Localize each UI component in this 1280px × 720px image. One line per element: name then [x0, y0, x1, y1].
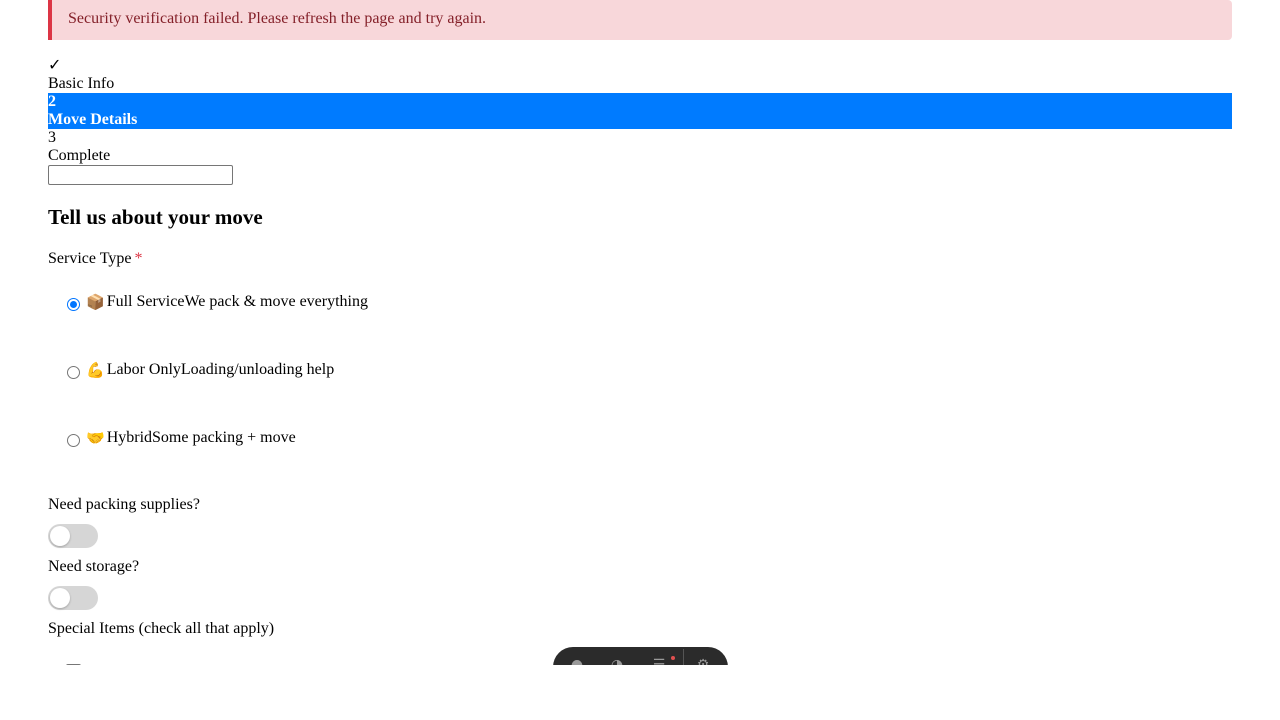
- step-move-details[interactable]: 2 Move Details: [48, 93, 1232, 129]
- box-icon: 📦: [86, 293, 105, 311]
- special-items-label: Special Items (check all that apply): [48, 620, 275, 637]
- radio-hybrid[interactable]: [67, 433, 80, 447]
- flexed-biceps-icon: 💪: [86, 361, 105, 379]
- option-desc: We pack & move everything: [184, 293, 368, 310]
- option-desc: Loading/unloading help: [180, 361, 335, 378]
- error-alert: Security verification failed. Please ref…: [48, 0, 1232, 40]
- handshake-icon: 🤝: [86, 429, 105, 447]
- radio-labor-only[interactable]: [67, 365, 80, 379]
- option-name: Full Service: [106, 293, 185, 310]
- viewport-bottom: [0, 665, 1280, 720]
- step-label: Complete: [48, 147, 111, 164]
- step-check-icon: ✓: [48, 57, 62, 74]
- packing-supplies-toggle[interactable]: [48, 524, 98, 548]
- option-name: Hybrid: [106, 429, 153, 446]
- toggle-knob: [50, 588, 70, 608]
- progress-field[interactable]: [48, 165, 233, 185]
- page-title: Tell us about your move: [48, 205, 263, 229]
- storage-toggle[interactable]: [48, 586, 98, 610]
- option-name: Labor Only: [106, 361, 181, 378]
- notification-dot: [671, 656, 675, 660]
- step-number: 3: [48, 129, 56, 146]
- step-complete[interactable]: 3 Complete: [48, 129, 1232, 165]
- toggle-knob: [50, 526, 70, 546]
- service-type-label: Service Type *: [48, 249, 142, 269]
- step-label: Basic Info: [48, 75, 115, 92]
- service-option-labor-only[interactable]: 💪 Labor Only Loading/unloading help: [64, 358, 334, 382]
- step-label: Move Details: [48, 111, 138, 128]
- radio-full-service[interactable]: [67, 297, 80, 311]
- service-option-full-service[interactable]: 📦 Full Service We pack & move everything: [64, 290, 368, 314]
- required-mark: *: [134, 250, 143, 267]
- service-option-hybrid[interactable]: 🤝 Hybrid Some packing + move: [64, 426, 296, 450]
- storage-label: Need storage?: [48, 558, 140, 575]
- step-basic-info[interactable]: ✓ Basic Info: [48, 57, 1232, 93]
- option-desc: Some packing + move: [152, 429, 296, 446]
- packing-supplies-label: Need packing supplies?: [48, 496, 200, 513]
- step-number: 2: [48, 93, 56, 110]
- service-type-label-text: Service Type: [48, 250, 132, 267]
- error-alert-message: Security verification failed. Please ref…: [68, 10, 487, 27]
